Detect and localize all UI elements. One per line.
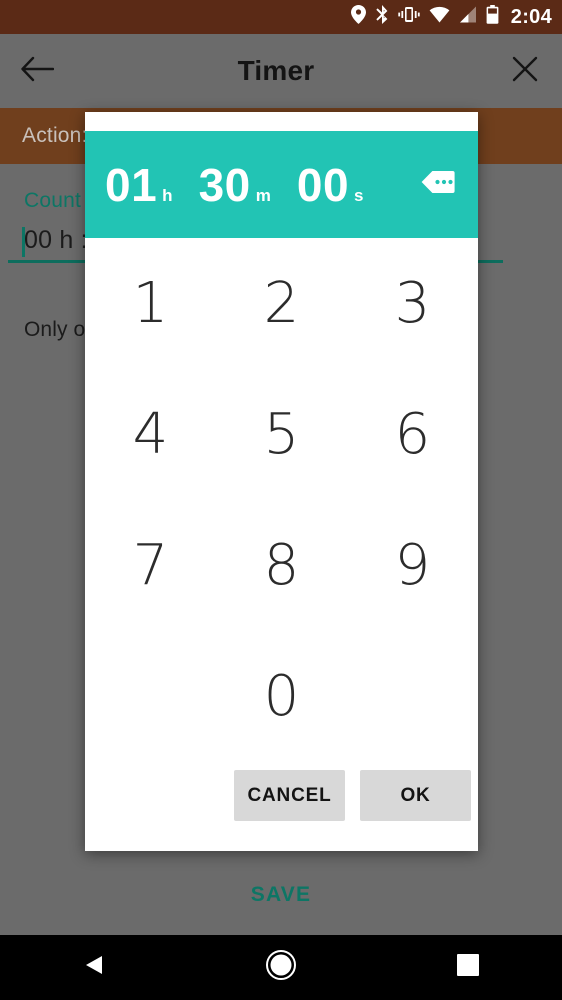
page-title: Timer — [237, 55, 315, 86]
keypad-key-blank-left — [85, 632, 216, 763]
keypad-key-0[interactable]: 0 — [216, 632, 347, 763]
keypad-key-4[interactable]: 4 — [85, 369, 216, 500]
vibrate-icon — [398, 5, 420, 29]
time-display-header: 01 h 30 m 00 s — [85, 131, 478, 238]
numeric-keypad: 1 2 3 4 5 6 7 8 9 0 — [85, 238, 478, 763]
wifi-icon — [429, 5, 450, 29]
keypad-key-7[interactable]: 7 — [85, 501, 216, 632]
close-button[interactable] — [488, 34, 562, 108]
backspace-icon — [420, 169, 456, 200]
bluetooth-icon — [375, 5, 389, 29]
android-nav-bar — [0, 935, 562, 1000]
signal-icon — [459, 5, 477, 29]
keypad-key-8[interactable]: 8 — [216, 501, 347, 632]
duration-value: 00 h : — [24, 226, 88, 254]
save-button[interactable]: SAVE — [0, 883, 562, 907]
nav-home-button[interactable] — [221, 935, 341, 1000]
keypad-key-2[interactable]: 2 — [216, 238, 347, 369]
backspace-button[interactable] — [418, 171, 458, 199]
time-picker-dialog: 01 h 30 m 00 s 1 2 3 4 5 6 7 8 9 0 CANCE… — [85, 112, 478, 851]
arrow-left-icon — [20, 56, 55, 87]
phone-screen: 2:04 Timer Action: Count 00 h : Only o S… — [0, 0, 562, 1000]
keypad-key-6[interactable]: 6 — [347, 369, 478, 500]
ok-button[interactable]: OK — [360, 770, 471, 821]
circle-home-icon — [265, 949, 297, 986]
seconds-value: 00 — [296, 158, 350, 211]
text-caret — [22, 227, 25, 257]
hours-unit-label: h — [162, 185, 173, 205]
app-bar: Timer — [0, 34, 562, 108]
minutes-group[interactable]: 30 m — [199, 162, 271, 208]
keypad-key-1[interactable]: 1 — [85, 238, 216, 369]
status-bar: 2:04 — [0, 0, 562, 34]
cancel-button[interactable]: CANCEL — [234, 770, 345, 821]
location-icon — [350, 5, 366, 29]
keypad-key-5[interactable]: 5 — [216, 369, 347, 500]
close-icon — [511, 55, 539, 88]
keypad-key-blank-right — [347, 632, 478, 763]
dialog-action-row: CANCEL OK — [85, 770, 478, 821]
seconds-group[interactable]: 00 s — [297, 162, 364, 208]
minutes-value: 30 — [198, 158, 251, 211]
battery-icon — [486, 5, 499, 29]
count-label: Count — [24, 189, 82, 212]
back-button[interactable] — [0, 34, 74, 108]
nav-recents-button[interactable] — [408, 935, 528, 1000]
keypad-key-9[interactable]: 9 — [347, 501, 478, 632]
triangle-back-icon — [82, 953, 106, 982]
square-recents-icon — [457, 954, 480, 981]
hours-group[interactable]: 01 h — [105, 162, 173, 208]
nav-back-button[interactable] — [34, 935, 154, 1000]
seconds-unit-label: s — [354, 185, 364, 205]
action-label: Action: — [22, 124, 88, 147]
keypad-key-3[interactable]: 3 — [347, 238, 478, 369]
minutes-unit-label: m — [255, 185, 271, 205]
hours-value: 01 — [105, 158, 158, 211]
status-bar-clock: 2:04 — [510, 5, 552, 28]
